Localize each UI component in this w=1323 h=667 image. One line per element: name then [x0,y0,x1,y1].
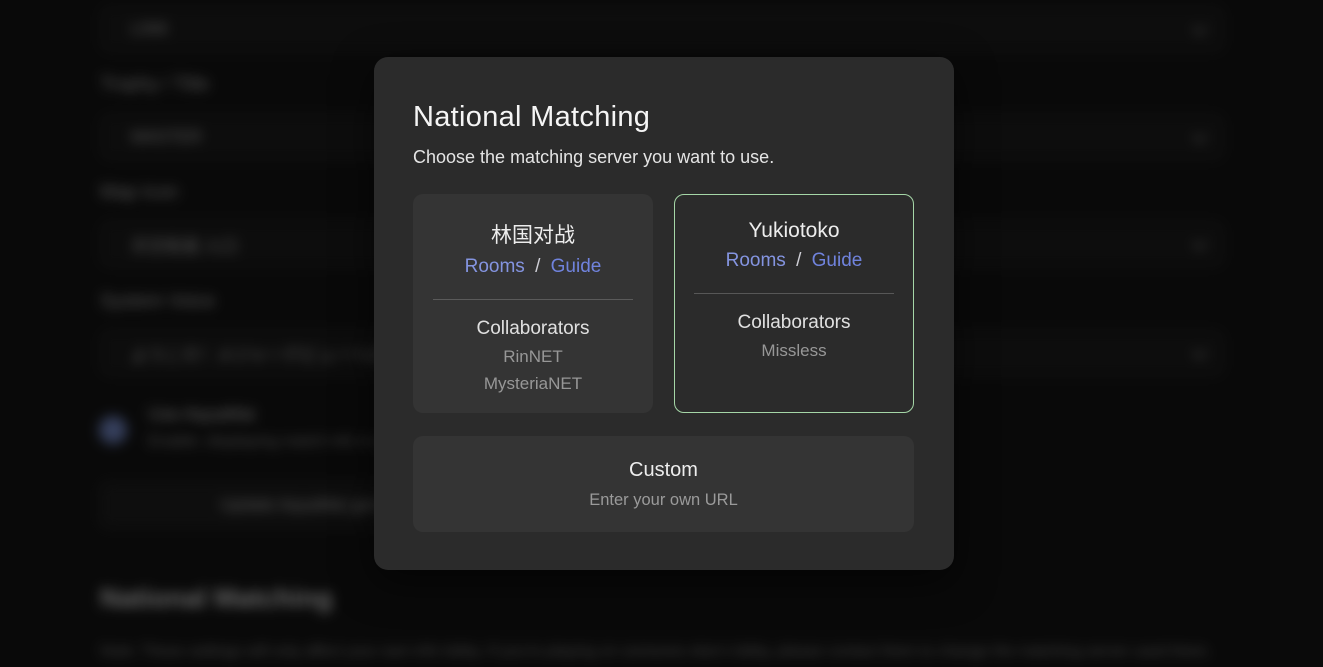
collaborator-name: RinNET [503,346,563,367]
guide-link[interactable]: Guide [551,256,602,277]
collaborators-label: Collaborators [477,318,590,340]
custom-server-card[interactable]: Custom Enter your own URL [413,436,914,532]
modal-title: National Matching [413,101,914,134]
collaborator-name: Missless [761,340,826,361]
modal-subtitle: Choose the matching server you want to u… [413,147,914,168]
server-name: 林国对战 [491,219,575,249]
national-matching-modal: National Matching Choose the matching se… [374,57,954,570]
link-separator: / [796,250,801,271]
collaborators-label: Collaborators [738,312,851,334]
custom-card-title: Custom [629,459,698,482]
server-name: Yukiotoko [748,219,839,243]
rooms-link[interactable]: Rooms [726,250,786,271]
server-cards-row: 林国对战 Rooms / Guide Collaborators RinNET … [413,194,914,413]
collaborator-name: MysteriaNET [484,373,582,394]
card-divider [433,299,633,300]
server-card-yukiotoko[interactable]: Yukiotoko Rooms / Guide Collaborators Mi… [674,194,914,413]
server-links: Rooms / Guide [465,256,602,278]
card-divider [694,293,894,294]
rooms-link[interactable]: Rooms [465,256,525,277]
server-card-linguo[interactable]: 林国对战 Rooms / Guide Collaborators RinNET … [413,194,653,413]
server-links: Rooms / Guide [726,250,863,272]
custom-card-subtitle: Enter your own URL [589,491,738,510]
link-separator: / [535,256,540,277]
guide-link[interactable]: Guide [812,250,863,271]
